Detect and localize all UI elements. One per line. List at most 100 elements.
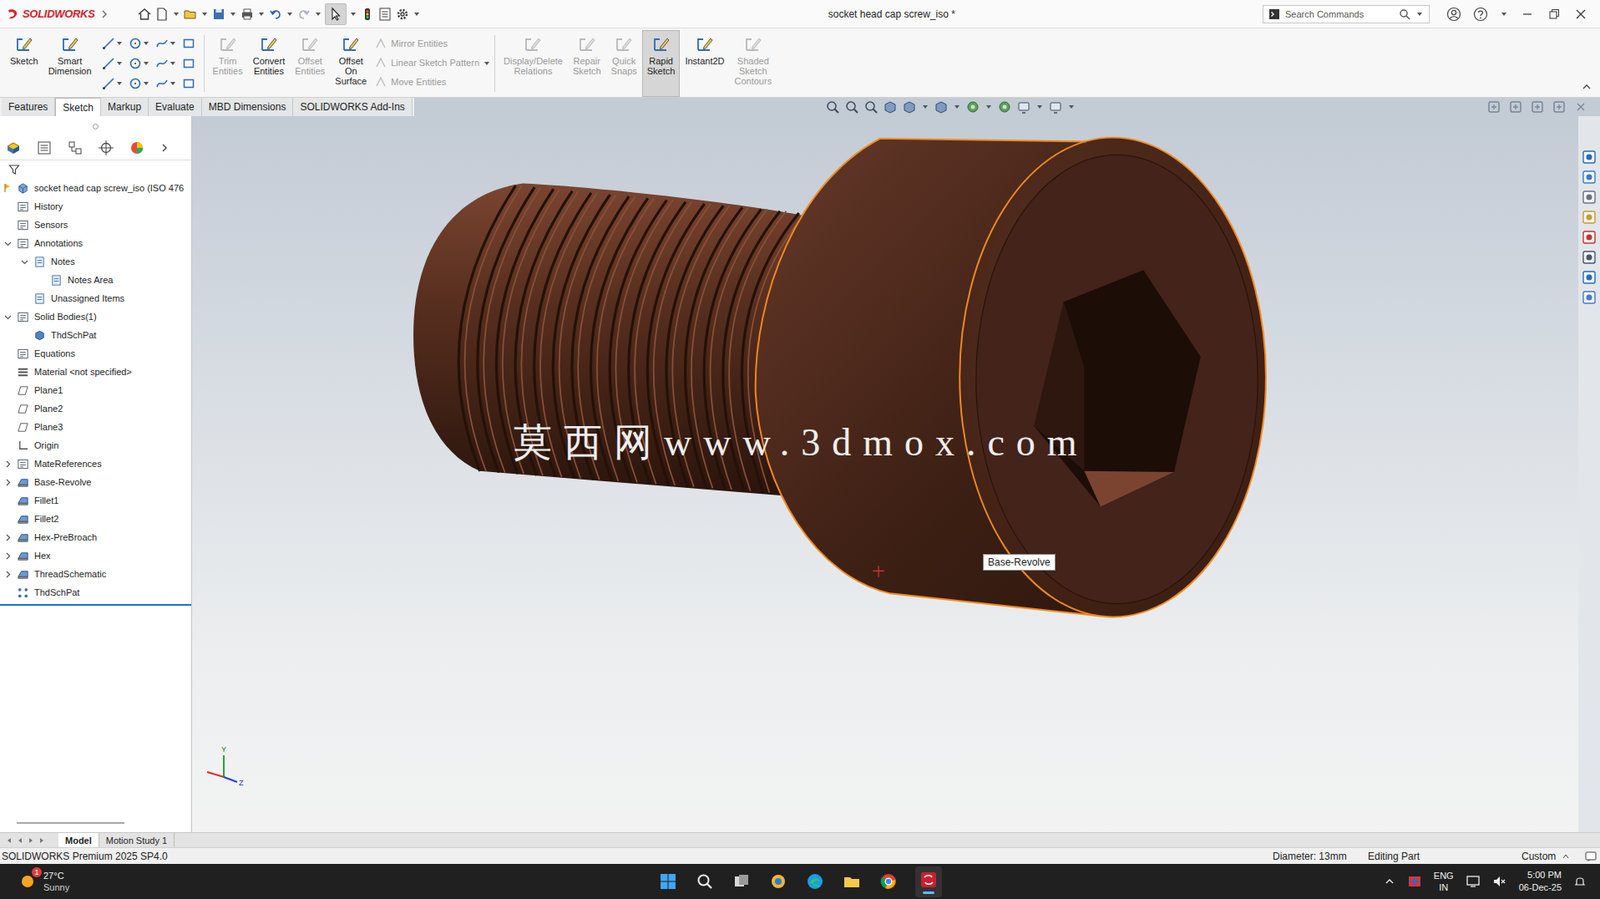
search-icon[interactable] bbox=[694, 870, 715, 892]
tree-item[interactable]: Hex bbox=[0, 546, 192, 565]
file-properties-icon[interactable] bbox=[377, 6, 393, 22]
dropdown-arrow-icon[interactable] bbox=[1417, 12, 1423, 16]
task-pane-icon[interactable] bbox=[1581, 269, 1597, 285]
task-view-icon[interactable] bbox=[731, 870, 752, 892]
save-icon[interactable] bbox=[211, 6, 227, 22]
network-icon[interactable] bbox=[1465, 873, 1481, 889]
task-pane-icon[interactable] bbox=[1581, 229, 1597, 245]
command-tab[interactable]: Evaluate bbox=[148, 97, 203, 117]
minimize-viewport-icon[interactable] bbox=[1529, 99, 1545, 115]
dropdown-arrow-icon[interactable] bbox=[315, 12, 321, 16]
ribbon-button[interactable]: ShadedSketchContours bbox=[729, 30, 778, 97]
user-account-icon[interactable] bbox=[1446, 6, 1462, 22]
screw-model[interactable] bbox=[192, 116, 1579, 832]
tree-item[interactable]: Notes Area bbox=[0, 270, 192, 289]
tree-item[interactable]: Plane3 bbox=[0, 417, 192, 436]
show-hidden-icons-icon[interactable] bbox=[1383, 875, 1396, 887]
dropdown-arrow-icon[interactable] bbox=[170, 41, 176, 46]
tree-item[interactable]: ThdSchPat bbox=[0, 582, 192, 602]
new-document-icon[interactable] bbox=[154, 6, 170, 22]
view-tool-icon[interactable] bbox=[882, 99, 898, 115]
sketch-tool[interactable] bbox=[101, 36, 124, 51]
dropdown-arrow-icon[interactable] bbox=[116, 41, 122, 46]
dropdown-arrow-icon[interactable] bbox=[922, 105, 928, 109]
quick-tips-icon[interactable] bbox=[1584, 850, 1597, 862]
view-tool-icon[interactable] bbox=[997, 99, 1013, 115]
dropdown-arrow-icon[interactable] bbox=[170, 81, 176, 86]
dropdown-arrow-icon[interactable] bbox=[202, 12, 208, 16]
ribbon-list-item[interactable]: Linear Sketch Pattern bbox=[374, 56, 480, 69]
ribbon-button[interactable]: OffsetOnSurface bbox=[329, 30, 372, 97]
dropdown-arrow-icon[interactable] bbox=[350, 12, 356, 16]
chrome-browser-icon[interactable] bbox=[878, 870, 899, 892]
property-manager-icon[interactable] bbox=[34, 139, 55, 157]
sketch-tool[interactable] bbox=[155, 56, 178, 71]
view-tool-icon[interactable] bbox=[901, 99, 917, 115]
tree-item[interactable]: Hex-PreBroach bbox=[0, 527, 192, 547]
configuration-manager-icon[interactable] bbox=[65, 139, 86, 157]
ribbon-button[interactable]: Sketch bbox=[5, 30, 44, 97]
ribbon-button[interactable]: SmartDimension bbox=[43, 30, 97, 97]
tree-item[interactable]: MateReferences bbox=[0, 454, 192, 473]
tree-item[interactable]: Notes bbox=[0, 252, 192, 271]
display-manager-icon[interactable] bbox=[126, 139, 147, 157]
sketch-tool[interactable] bbox=[128, 76, 151, 91]
sketch-tool[interactable] bbox=[155, 36, 178, 51]
reference-triad[interactable]: YZ bbox=[200, 743, 254, 797]
view-tool-icon[interactable] bbox=[844, 99, 860, 115]
task-pane-icon[interactable] bbox=[1581, 209, 1597, 225]
speaker-muted-icon[interactable] bbox=[1492, 873, 1508, 889]
rebuild-icon[interactable] bbox=[359, 6, 375, 22]
collapse-arrow-icon[interactable] bbox=[20, 258, 29, 266]
ribbon-button[interactable]: Instant2D bbox=[679, 30, 730, 97]
dropdown-arrow-icon[interactable] bbox=[116, 81, 122, 86]
tab-scroll-icon[interactable] bbox=[15, 835, 25, 845]
search-commands-field[interactable]: Search Commands bbox=[1262, 5, 1430, 24]
dropdown-arrow-icon[interactable] bbox=[230, 12, 236, 16]
dropdown-arrow-icon[interactable] bbox=[414, 12, 420, 16]
dropdown-arrow-icon[interactable] bbox=[484, 61, 490, 66]
restore-viewport-icon[interactable] bbox=[1551, 99, 1567, 115]
split-view-icon[interactable] bbox=[1508, 99, 1524, 115]
ribbon-button[interactable]: ConvertEntities bbox=[248, 30, 291, 97]
tab-scroll-icon[interactable] bbox=[37, 835, 46, 845]
expand-arrow-icon[interactable] bbox=[4, 551, 12, 560]
close-viewport-icon[interactable] bbox=[1573, 99, 1589, 115]
collapse-arrow-icon[interactable] bbox=[4, 313, 12, 321]
dropdown-arrow-icon[interactable] bbox=[143, 81, 149, 86]
view-tool-icon[interactable] bbox=[933, 99, 949, 115]
tree-item[interactable]: Solid Bodies(1) bbox=[0, 307, 192, 326]
dropdown-arrow-icon[interactable] bbox=[173, 12, 179, 16]
tree-item[interactable]: Plane1 bbox=[0, 380, 192, 400]
task-pane-icon[interactable] bbox=[1581, 169, 1597, 185]
select-button[interactable] bbox=[324, 3, 347, 26]
weather-widget[interactable]: 1 27°C Sunny bbox=[8, 869, 70, 893]
sketch-tool[interactable] bbox=[155, 76, 178, 91]
expand-arrow-icon[interactable] bbox=[4, 570, 12, 578]
task-pane-icon[interactable] bbox=[1581, 189, 1597, 205]
tree-item[interactable]: ThdSchPat bbox=[0, 325, 192, 345]
units-selector[interactable]: Custom bbox=[1521, 850, 1582, 862]
ribbon-button[interactable]: RapidSketch bbox=[642, 30, 681, 97]
sketch-tool[interactable] bbox=[128, 36, 151, 51]
tray-app-icon[interactable] bbox=[1407, 873, 1423, 889]
task-pane-icon[interactable] bbox=[1581, 149, 1597, 165]
home-icon[interactable] bbox=[136, 6, 152, 22]
dropdown-arrow-icon[interactable] bbox=[170, 61, 176, 66]
restore-icon[interactable] bbox=[1546, 6, 1562, 22]
collapse-ribbon-icon[interactable] bbox=[1581, 81, 1592, 92]
tree-item[interactable]: Sensors bbox=[0, 215, 192, 234]
graphics-area[interactable]: 莫西网www.3dmox.com Base-Revolve YZ bbox=[192, 116, 1579, 832]
tree-item[interactable]: ThreadSchematic bbox=[0, 564, 192, 583]
task-pane-icon[interactable] bbox=[1581, 249, 1597, 265]
dropdown-arrow-icon[interactable] bbox=[143, 41, 149, 46]
tree-item[interactable]: Material <not specified> bbox=[0, 362, 192, 381]
view-tool-icon[interactable] bbox=[1016, 99, 1032, 115]
ribbon-button[interactable]: RepairSketch bbox=[567, 30, 607, 97]
dropdown-arrow-icon[interactable] bbox=[1501, 12, 1507, 16]
sketch-tool[interactable] bbox=[182, 56, 196, 71]
dropdown-arrow-icon[interactable] bbox=[1068, 105, 1074, 109]
collapse-arrow-icon[interactable] bbox=[4, 239, 12, 248]
tab-scroll-icon[interactable] bbox=[26, 835, 36, 845]
rollback-bar[interactable] bbox=[0, 603, 192, 606]
